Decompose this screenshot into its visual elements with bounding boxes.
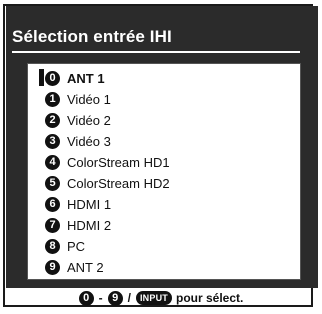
menu-item-label: HDMI 1 xyxy=(67,196,112,212)
menu-item-label: Vidéo 1 xyxy=(67,91,111,107)
menu-item-hdmi2[interactable]: 7 HDMI 2 xyxy=(45,215,111,235)
menu-item-label: ANT 2 xyxy=(67,259,104,275)
menu-title: Sélection entrée IHI xyxy=(12,27,172,46)
title-divider xyxy=(12,51,300,53)
menu-item-label: PC xyxy=(67,238,86,254)
number-9-icon: 9 xyxy=(45,259,60,275)
menu-item-video2[interactable]: 2 Vidéo 2 xyxy=(45,110,111,130)
menu-item-label: ANT 1 xyxy=(67,70,105,86)
number-2-icon: 2 xyxy=(45,112,60,128)
menu-item-video1[interactable]: 1 Vidéo 1 xyxy=(45,89,111,109)
menu-item-label: Vidéo 2 xyxy=(67,112,111,128)
footer-dash: - xyxy=(98,291,103,305)
menu-item-ant1[interactable]: 0 ANT 1 xyxy=(45,68,105,88)
menu-item-label: ColorStream HD2 xyxy=(67,175,170,191)
menu-item-ant2[interactable]: 9 ANT 2 xyxy=(45,257,104,277)
menu-item-colorstream-hd1[interactable]: 4 ColorStream HD1 xyxy=(45,152,170,172)
number-6-icon: 6 xyxy=(45,196,60,212)
number-3-icon: 3 xyxy=(45,133,60,149)
number-9-icon: 9 xyxy=(107,290,123,306)
menu-item-hdmi1[interactable]: 6 HDMI 1 xyxy=(45,194,111,214)
input-list: 0 ANT 1 1 Vidéo 1 2 Vidéo 2 3 Vidéo 3 4 … xyxy=(27,63,301,280)
menu-item-colorstream-hd2[interactable]: 5 ColorStream HD2 xyxy=(45,173,170,193)
selection-cursor-bar xyxy=(39,69,44,86)
number-7-icon: 7 xyxy=(45,217,60,233)
menu-item-label: HDMI 2 xyxy=(67,217,112,233)
menu-item-video3[interactable]: 3 Vidéo 3 xyxy=(45,131,111,151)
footer-slash: / xyxy=(127,291,131,305)
number-0-icon: 0 xyxy=(45,70,60,86)
menu-item-pc[interactable]: 8 PC xyxy=(45,236,85,256)
number-8-icon: 8 xyxy=(45,238,60,254)
input-selection-menu: Sélection entrée IHI 0 ANT 1 1 Vidéo 1 2… xyxy=(6,6,318,288)
footer-hint: 0 - 9 / INPUT pour sélect. xyxy=(0,288,322,308)
number-0-icon: 0 xyxy=(78,290,94,306)
number-5-icon: 5 xyxy=(45,175,60,191)
number-4-icon: 4 xyxy=(45,154,60,170)
menu-item-label: Vidéo 3 xyxy=(67,133,111,149)
menu-item-label: ColorStream HD1 xyxy=(67,154,170,170)
footer-text: pour sélect. xyxy=(175,291,244,305)
input-button-icon: INPUT xyxy=(135,291,172,305)
number-1-icon: 1 xyxy=(45,91,60,107)
